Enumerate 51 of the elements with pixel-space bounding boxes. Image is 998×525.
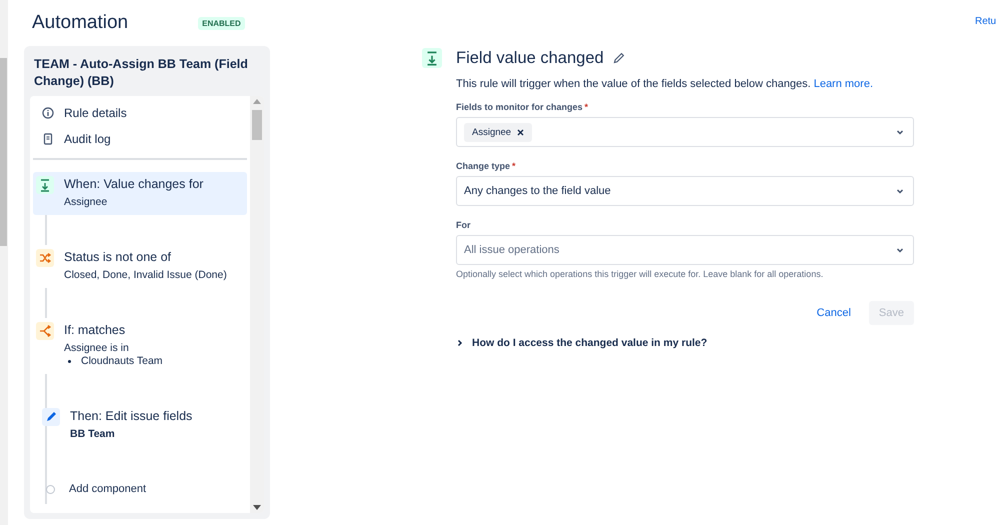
field-placeholder: All issue operations (464, 244, 560, 256)
scroll-thumb[interactable] (252, 110, 262, 140)
bullet-icon (68, 360, 71, 363)
document-icon (42, 133, 54, 145)
info-icon (42, 107, 54, 119)
bullet-item: Cloudnauts Team (81, 355, 163, 368)
faq-toggle[interactable]: How do I access the changed value in my rule? (456, 337, 914, 349)
pencil-icon[interactable] (612, 51, 626, 65)
editor-title: Field value changed (456, 48, 604, 68)
rule-name: TEAM - Auto-Assign BB Team (Field Change) (BB) (33, 56, 249, 90)
return-link[interactable]: Retu (975, 0, 998, 525)
required-mark: * (584, 102, 588, 112)
rule-component[interactable]: If: matches Assignee is in Cloudnauts Team (33, 318, 247, 374)
component-title: When: Value changes for (64, 176, 204, 193)
description: This rule will trigger when the value of the fields selected below changes. Learn more. (456, 78, 874, 90)
learn-more-link[interactable]: Learn more. (814, 78, 874, 90)
shuffle-icon (36, 249, 54, 267)
component-detail: Closed, Done, Invalid Issue (Done) (64, 268, 227, 282)
select-field[interactable]: Any changes to the field value (456, 176, 914, 206)
nav-item[interactable]: Audit log (33, 126, 247, 152)
help-text: Optionally select which operations this trigger will execute for. Leave blank for all operations. (456, 269, 824, 279)
scroll-down-icon[interactable] (253, 505, 261, 511)
status-badge: ENABLED (198, 16, 245, 30)
remove-icon[interactable] (517, 128, 524, 136)
component-detail: BB Team (70, 427, 116, 441)
form-button[interactable]: Cancel (806, 301, 861, 325)
component-title: Status is not one of (64, 249, 172, 266)
scroll-up-icon[interactable] (253, 98, 261, 104)
page-title: Automation (32, 12, 128, 34)
chevron-right-icon (456, 339, 464, 347)
tag: Assignee (464, 122, 532, 142)
select-field[interactable]: All issue operations (456, 235, 914, 265)
branch-icon (36, 322, 54, 340)
nav-item[interactable]: Rule details (33, 100, 247, 126)
component-title: If: matches (64, 322, 126, 339)
rule-component[interactable]: Then: Edit issue fields BB Team (39, 404, 247, 447)
field-label: Fields to monitor for changes (456, 102, 583, 112)
field-label: For (456, 220, 470, 230)
add-component-link[interactable]: Add component (69, 481, 146, 498)
required-mark: * (512, 161, 516, 171)
add-circle-icon (46, 485, 55, 494)
field-value: Any changes to the field value (464, 185, 611, 197)
component-detail: Assignee is in (64, 341, 130, 355)
pencil-icon (42, 408, 60, 426)
select-field[interactable]: Assignee (456, 117, 914, 147)
rule-component[interactable]: Status is not one of Closed, Done, Invalid Issue (Done) (33, 245, 247, 288)
component-title: Then: Edit issue fields (70, 408, 192, 425)
scroll-thumb[interactable] (0, 58, 7, 246)
rule-component[interactable]: When: Value changes for Assignee (33, 172, 247, 215)
field-label: Change type (456, 161, 510, 171)
component-detail: Assignee (64, 195, 108, 209)
